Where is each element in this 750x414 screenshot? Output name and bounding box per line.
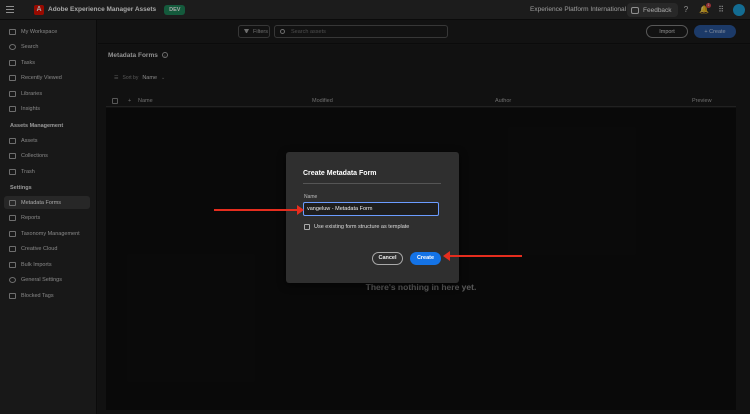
annotation-arrow-left bbox=[443, 251, 522, 261]
create-button[interactable]: Create bbox=[410, 252, 441, 265]
annotation-arrow-right bbox=[214, 205, 304, 215]
cancel-button[interactable]: Cancel bbox=[372, 252, 403, 265]
name-input[interactable]: vangeluw - Metadata Form bbox=[303, 202, 439, 216]
dialog-title: Create Metadata Form bbox=[303, 170, 377, 177]
template-checkbox-label[interactable]: Use existing form structure as template bbox=[314, 224, 409, 230]
template-checkbox[interactable] bbox=[304, 224, 310, 230]
name-label: Name bbox=[304, 194, 318, 200]
dialog-divider bbox=[303, 183, 441, 184]
create-metadata-form-dialog: Create Metadata Form Name vangeluw - Met… bbox=[286, 152, 459, 283]
